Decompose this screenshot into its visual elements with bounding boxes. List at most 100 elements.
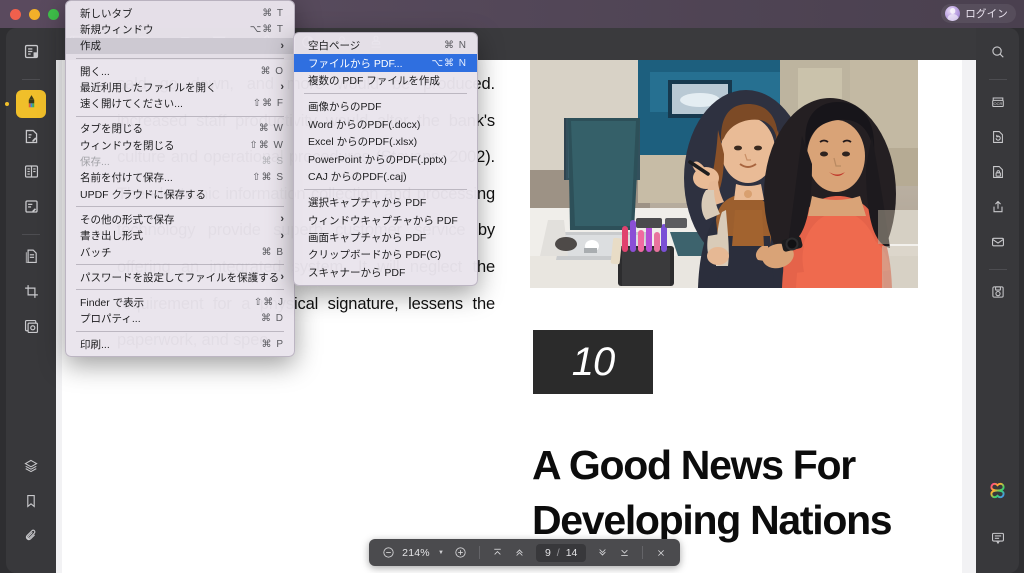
menu-item[interactable]: 最近利用したファイルを開く › <box>66 79 294 95</box>
ai-assistant-button[interactable] <box>983 479 1013 507</box>
email-button[interactable] <box>983 230 1013 258</box>
save-button[interactable] <box>983 280 1013 308</box>
create-submenu[interactable]: 空白ページ ⌘ N ファイルから PDF... ⌥⌘ N 複数の PDF ファイルを作成… <box>293 32 478 287</box>
menu-item[interactable]: 作成 › <box>66 37 294 54</box>
svg-text:OCR: OCR <box>993 100 1002 105</box>
menu-item-shortcut: ⌥⌘ N <box>431 57 467 69</box>
comment-icon <box>990 530 1006 551</box>
last-page-button[interactable] <box>613 546 635 559</box>
close-window-button[interactable] <box>10 9 21 20</box>
background-tool-button[interactable] <box>16 315 46 343</box>
menu-item[interactable]: クリップボードから PDF(C) <box>294 246 477 263</box>
close-zoombar-button[interactable] <box>650 547 672 559</box>
menu-item[interactable]: UPDF クラウドに保存する <box>66 186 294 202</box>
next-page-button[interactable] <box>591 546 613 559</box>
menu-item-label: 作成 <box>80 40 101 53</box>
prev-page-button[interactable] <box>509 546 531 559</box>
menu-item[interactable]: スキャナーから PDF <box>294 264 477 281</box>
menu-item[interactable]: Excel からのPDF(.xlsx) <box>294 133 477 150</box>
menu-item[interactable]: 印刷... ⌘ P <box>66 336 294 352</box>
save-disk-icon <box>990 284 1006 305</box>
menu-item-label: Word からのPDF(.docx) <box>308 118 421 131</box>
submenu-chevron-icon: › <box>280 39 284 52</box>
zoom-level-value[interactable]: 214% <box>399 547 433 559</box>
submenu-chevron-icon: › <box>280 81 284 94</box>
ocr-button[interactable]: OCR <box>983 90 1013 118</box>
menu-item[interactable]: ウィンドウキャプチャから PDF <box>294 212 477 229</box>
menu-item[interactable]: Word からのPDF(.docx) <box>294 116 477 133</box>
menu-item[interactable]: 書き出し形式 › <box>66 228 294 244</box>
first-page-button[interactable] <box>487 546 509 559</box>
menu-separator <box>76 264 284 266</box>
zoom-in-button[interactable] <box>450 546 472 559</box>
layers-panel-button[interactable] <box>16 454 46 482</box>
menu-item-label: パスワードを設定してファイルを保護する <box>80 271 280 284</box>
menu-item[interactable]: タブを閉じる ⌘ W <box>66 121 294 137</box>
page-indicator[interactable]: 9 / 14 <box>535 543 587 562</box>
maximize-window-button[interactable] <box>48 9 59 20</box>
menu-item-label: 複数の PDF ファイルを作成 <box>308 74 440 87</box>
menu-item[interactable]: 新しいタブ ⌘ T <box>66 5 294 21</box>
zoombar-divider-2 <box>642 546 644 559</box>
zoom-dropdown-icon[interactable]: ▼ <box>438 550 444 556</box>
menu-item[interactable]: 空白ページ ⌘ N <box>294 37 477 54</box>
minimize-window-button[interactable] <box>29 9 40 20</box>
menu-item-label: 新規ウィンドウ <box>80 23 154 36</box>
organize-pages-tool-button[interactable] <box>16 160 46 188</box>
menu-item[interactable]: ウィンドウを閉じる ⇧⌘ W <box>66 137 294 153</box>
paperclip-icon <box>23 528 39 549</box>
search-icon <box>990 44 1006 65</box>
menu-item-shortcut: ⌘ B <box>261 246 284 258</box>
share-button[interactable] <box>983 195 1013 223</box>
layers-icon <box>23 458 39 479</box>
bookmark-icon <box>23 493 39 514</box>
menu-item[interactable]: 開く... ⌘ O <box>66 63 294 79</box>
menu-item[interactable]: バッチ ⌘ B <box>66 244 294 260</box>
edit-document-icon <box>23 128 40 150</box>
menu-item-label: UPDF クラウドに保存する <box>80 188 206 201</box>
menu-item-label: ウィンドウを閉じる <box>80 139 175 152</box>
menu-item[interactable]: PowerPoint からのPDF(.pptx) <box>294 150 477 167</box>
search-button[interactable] <box>983 40 1013 68</box>
menu-item[interactable]: 名前を付けて保存... ⇧⌘ S <box>66 170 294 186</box>
protect-button[interactable] <box>983 160 1013 188</box>
menu-item[interactable]: プロパティ... ⌘ D <box>66 311 294 327</box>
menu-item[interactable]: 画面キャプチャから PDF <box>294 229 477 246</box>
user-avatar-icon <box>945 6 961 21</box>
page-thumbnails-button[interactable] <box>16 40 46 68</box>
menu-item[interactable]: 新規ウィンドウ ⌥⌘ T <box>66 21 294 37</box>
comments-button[interactable] <box>983 526 1013 554</box>
menu-item-label: 最近利用したファイルを開く <box>80 81 217 94</box>
file-menu[interactable]: 新しいタブ ⌘ T 新規ウィンドウ ⌥⌘ T 作成 › 開く... ⌘ O 最近利用したファイル… <box>65 0 295 358</box>
share-upload-icon <box>990 199 1006 220</box>
bookmarks-panel-button[interactable] <box>16 489 46 517</box>
lock-document-icon <box>990 164 1006 185</box>
convert-button[interactable] <box>983 125 1013 153</box>
zoom-out-button[interactable] <box>377 546 399 559</box>
menu-item[interactable]: 選択キャプチャから PDF <box>294 194 477 211</box>
current-page-value[interactable]: 9 <box>545 547 551 559</box>
submenu-chevron-icon: › <box>280 229 284 242</box>
edit-pdf-tool-button[interactable] <box>16 125 46 153</box>
attachments-panel-button[interactable] <box>16 524 46 552</box>
menu-item[interactable]: 画像からのPDF <box>294 98 477 115</box>
annotate-tool-button[interactable] <box>16 90 46 118</box>
crop-tool-button[interactable] <box>16 280 46 308</box>
ocr-icon: OCR <box>990 94 1006 115</box>
menu-separator <box>304 189 467 191</box>
menu-item[interactable]: CAJ からのPDF(.caj) <box>294 168 477 185</box>
menu-item-shortcut: ⌥⌘ T <box>249 23 284 35</box>
menu-item[interactable]: その他の形式で保存 › <box>66 211 294 227</box>
menu-item[interactable]: 複数の PDF ファイルを作成 <box>294 72 477 89</box>
form-tool-button[interactable] <box>16 195 46 223</box>
rail-divider <box>22 79 40 80</box>
menu-item[interactable]: 速く開けてください... ⇧⌘ F <box>66 95 294 111</box>
menu-item-label: ウィンドウキャプチャから PDF <box>308 214 458 227</box>
page-edit-tool-button[interactable] <box>16 245 46 273</box>
login-button[interactable]: ログイン <box>941 4 1016 23</box>
rail-divider-2 <box>22 234 40 235</box>
menu-item[interactable]: Finder で表示 ⇧⌘ J <box>66 294 294 310</box>
menu-item-label: プロパティ... <box>80 313 141 326</box>
menu-item[interactable]: パスワードを設定してファイルを保護する › <box>66 269 294 285</box>
menu-item[interactable]: ファイルから PDF... ⌥⌘ N <box>294 54 477 72</box>
